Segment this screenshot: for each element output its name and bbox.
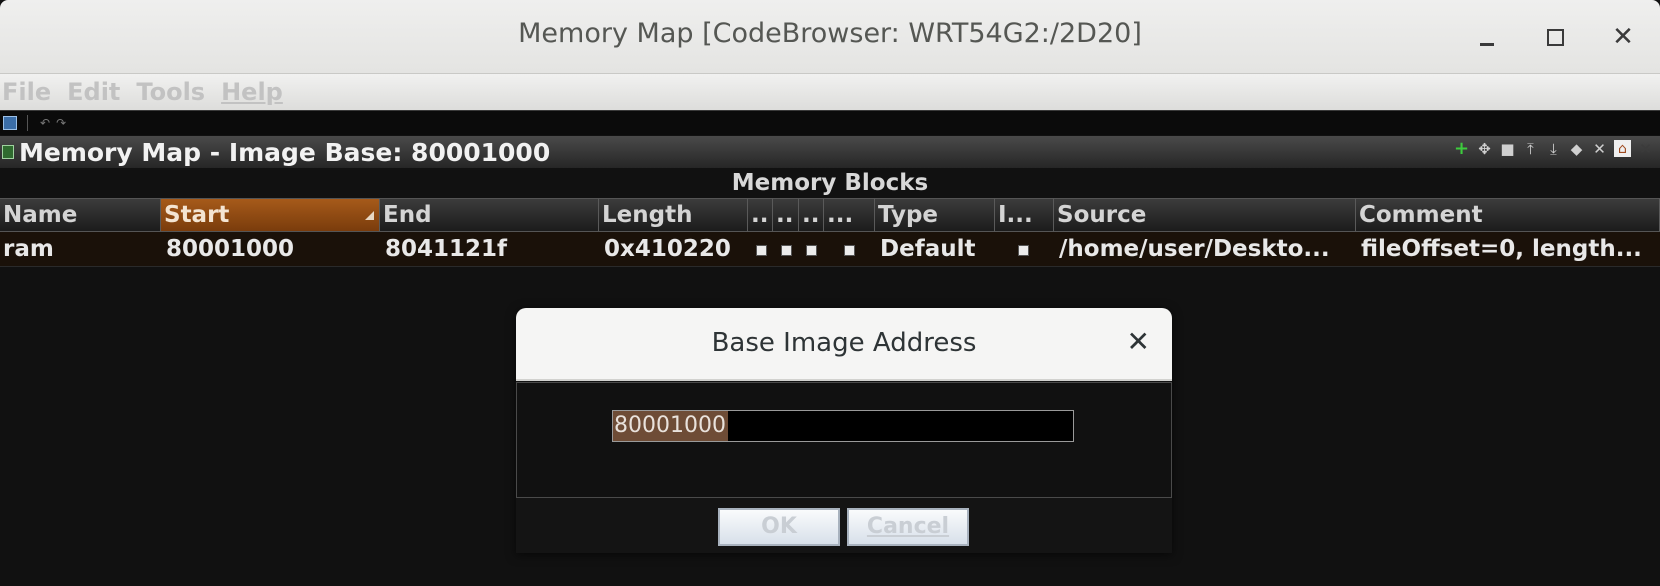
cell-comment: fileOffset=0, length... (1361, 236, 1642, 262)
redo-icon[interactable]: ↷ (56, 116, 66, 130)
column-header-write[interactable]: .. (773, 198, 799, 232)
menu-edit[interactable]: Edit (67, 78, 120, 106)
cell-name: ram (3, 236, 54, 262)
menu-help[interactable]: Help (221, 78, 283, 106)
read-checkbox[interactable] (756, 245, 767, 256)
cell-length: 0x410220 (604, 236, 731, 262)
execute-checkbox[interactable] (806, 245, 817, 256)
move-block-icon[interactable]: ✥ (1476, 140, 1493, 158)
column-header-length[interactable]: Length (599, 198, 748, 232)
column-header-comment[interactable]: Comment (1356, 198, 1660, 232)
dialog-body: 80001000 (516, 382, 1172, 498)
column-header-initialized[interactable]: I... (995, 198, 1054, 232)
panel-title: Memory Map - Image Base: 80001000 (19, 138, 551, 167)
column-header-end[interactable]: End (380, 198, 599, 232)
expand-down-icon[interactable]: ⤓ (1545, 140, 1562, 158)
add-block-icon[interactable]: + (1453, 138, 1470, 159)
split-block-icon[interactable]: ■ (1499, 140, 1516, 158)
close-icon: ✕ (1612, 22, 1634, 52)
menu-bar: File Edit Tools Help (0, 74, 1660, 110)
undo-icon[interactable]: ↶ (40, 116, 50, 130)
cell-end: 8041121f (385, 236, 508, 262)
cell-source: /home/user/Deskto... (1059, 236, 1330, 262)
toolbar: ↶ ↷ (0, 110, 1660, 135)
ok-button[interactable]: OK (718, 508, 840, 546)
column-header-volatile[interactable]: ... (824, 198, 875, 232)
cell-type: Default (880, 236, 976, 262)
expand-up-icon[interactable]: ⤒ (1522, 140, 1539, 158)
column-header-type[interactable]: Type (875, 198, 995, 232)
window-close-button[interactable]: ✕ (1606, 20, 1640, 54)
memory-map-panel-header: Memory Map - Image Base: 80001000 + ✥ ■ … (0, 136, 1660, 169)
toolbar-separator (27, 115, 28, 131)
base-image-address-dialog: Base Image Address ✕ 80001000 OK Cancel (516, 308, 1172, 553)
dialog-titlebar: Base Image Address ✕ (516, 308, 1172, 381)
dialog-close-icon[interactable]: ✕ (1127, 328, 1150, 356)
column-header-start[interactable]: Start (161, 198, 380, 232)
set-image-base-icon[interactable]: ⌂ (1614, 140, 1631, 157)
write-checkbox[interactable] (781, 245, 792, 256)
dialog-title: Base Image Address (711, 328, 977, 358)
minimize-button[interactable] (1470, 20, 1504, 54)
initialized-checkbox[interactable] (1018, 245, 1029, 256)
menu-file[interactable]: File (2, 78, 51, 106)
panel-actions: + ✥ ■ ⤒ ⤓ ◆ ✕ ⌂ ✕ (1453, 138, 1654, 159)
cancel-button[interactable]: Cancel (847, 508, 969, 546)
memory-map-icon (2, 145, 14, 159)
window-title: Memory Map [CodeBrowser: WRT54G2:/2D20] (518, 18, 1142, 49)
column-header-read[interactable]: .. (748, 198, 773, 232)
maximize-icon (1546, 28, 1564, 46)
column-header-execute[interactable]: .. (799, 198, 824, 232)
table-row[interactable]: ram 80001000 8041121f 0x410220 Default /… (0, 232, 1660, 267)
volatile-checkbox[interactable] (844, 245, 855, 256)
delete-block-icon[interactable]: ✕ (1591, 140, 1608, 158)
sort-ascending-icon (365, 211, 374, 220)
window-titlebar: Memory Map [CodeBrowser: WRT54G2:/2D20] … (0, 0, 1660, 74)
menu-tools[interactable]: Tools (136, 78, 205, 106)
column-header-name[interactable]: Name (0, 198, 161, 232)
base-address-value: 80001000 (613, 411, 728, 441)
merge-blocks-icon[interactable]: ◆ (1568, 140, 1585, 158)
panel-close-icon[interactable]: ✕ (1637, 140, 1654, 158)
maximize-button[interactable] (1538, 20, 1572, 54)
save-icon[interactable] (3, 116, 17, 130)
minimize-icon (1480, 42, 1494, 46)
column-header-start-label: Start (164, 202, 230, 228)
column-header-source[interactable]: Source (1054, 198, 1356, 232)
table-caption: Memory Blocks (0, 168, 1660, 198)
cell-start: 80001000 (166, 236, 295, 262)
